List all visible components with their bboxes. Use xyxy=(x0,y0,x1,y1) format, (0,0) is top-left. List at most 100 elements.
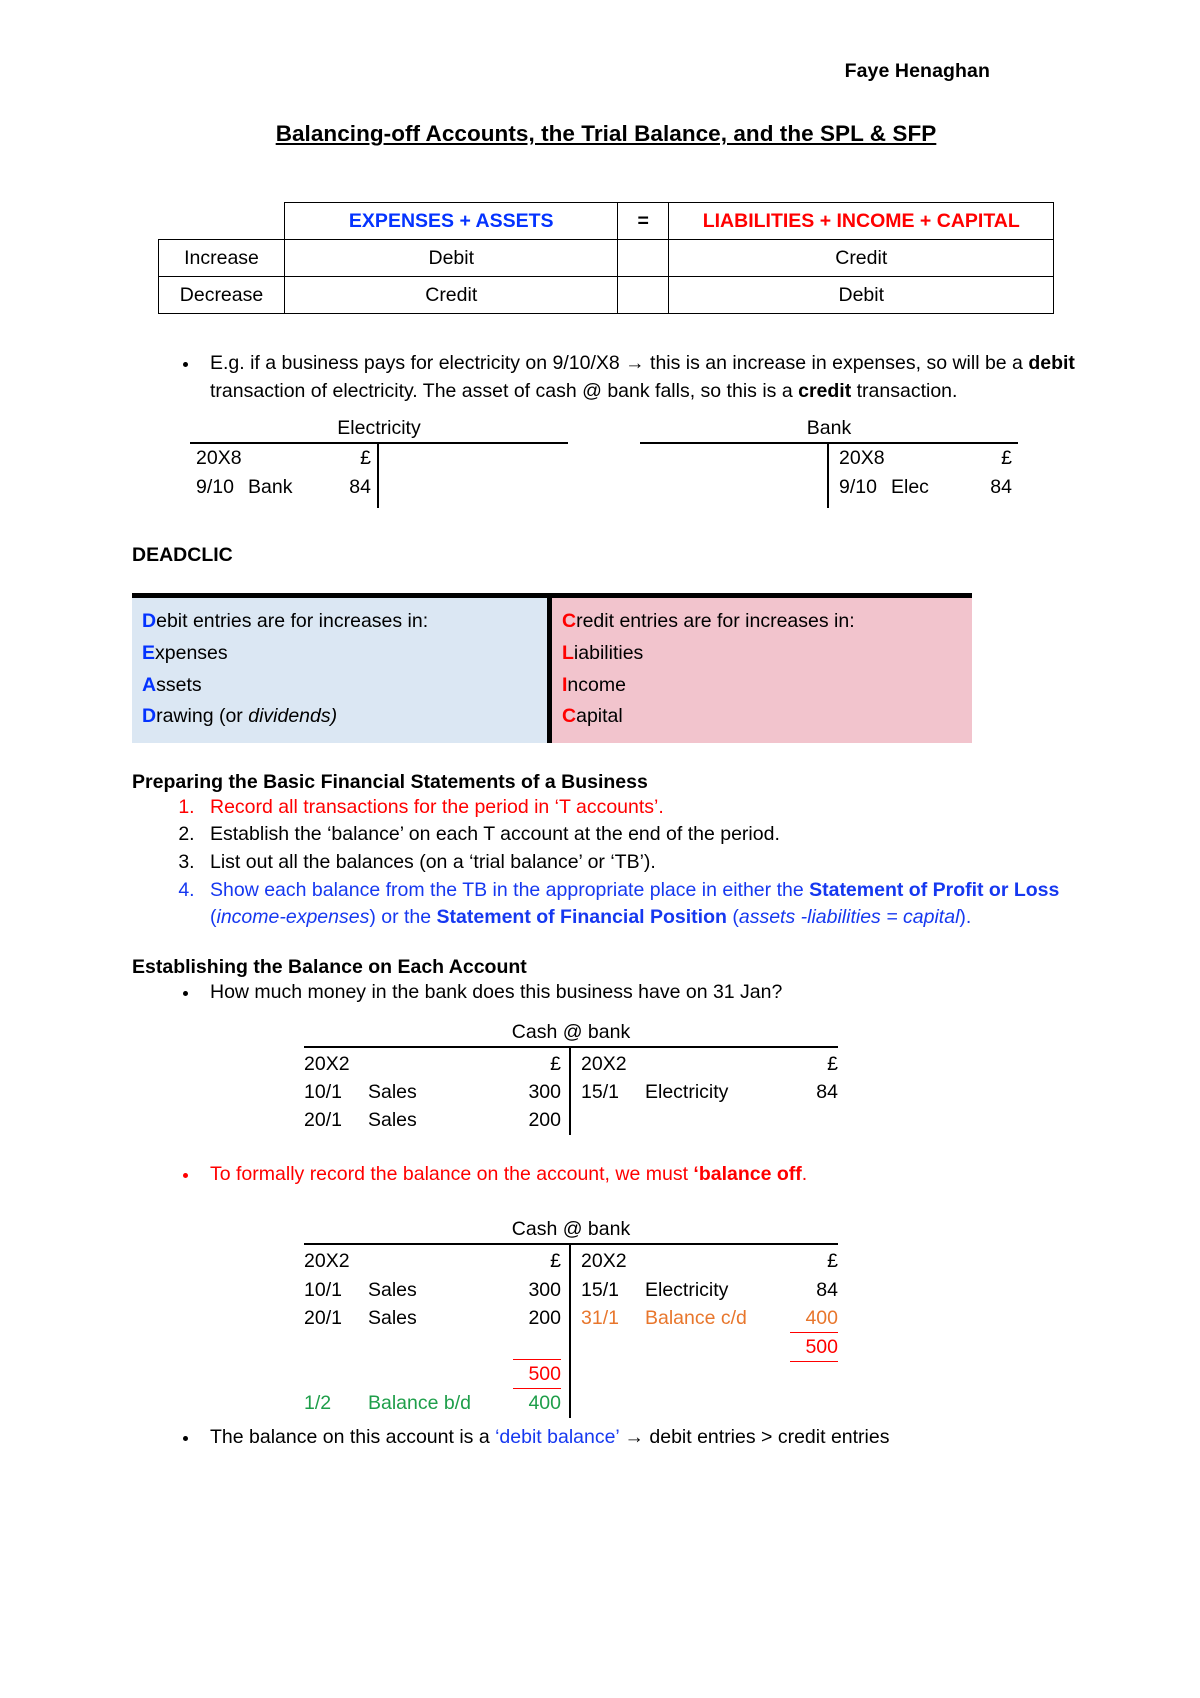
step4-part1: Show each balance from the TB in the app… xyxy=(210,878,810,901)
entry-date xyxy=(304,1359,362,1389)
entry-date: 31/1 xyxy=(581,1306,619,1329)
entry-amount: 84 xyxy=(816,1081,838,1104)
t-account-row: 9/10 Bank 84 xyxy=(190,473,377,501)
entry-description xyxy=(891,444,968,472)
entry-description: Sales xyxy=(368,1081,417,1104)
list-item-balance-off: To formally record the balance on the ac… xyxy=(200,1161,1080,1189)
entry-description xyxy=(639,1332,790,1362)
list-item-step-1: Record all transactions for the period i… xyxy=(200,794,1080,822)
entry-amount xyxy=(513,1332,561,1359)
simple-t-accounts-pair: Electricity 20X8 £ 9/10 Bank 84 Bank 20X… xyxy=(190,417,1080,509)
t-account-row: 20X8 £ xyxy=(190,444,377,472)
entry-amount: 84 xyxy=(349,475,371,498)
final-blue-debit-balance: ‘debit balance’ xyxy=(495,1425,620,1448)
final-part2: → debit entries > credit entries xyxy=(619,1425,890,1448)
entry-description xyxy=(639,1106,790,1133)
entry-amount: 200 xyxy=(528,1306,561,1329)
entry-description: Electricity xyxy=(645,1278,729,1301)
entry-description: Balance c/d xyxy=(645,1306,747,1329)
cash-row-balance-cd: 31/1 Balance c/d 400 xyxy=(581,1304,838,1332)
entry-amount xyxy=(790,1106,838,1133)
deadclic-credit-column: Credit entries are for increases in: Lia… xyxy=(552,598,972,743)
entry-date: 20X2 xyxy=(304,1250,350,1273)
t-account-body: 20X8 £ 9/10 Elec 84 xyxy=(640,442,1018,509)
cash-row: 20X2 £ xyxy=(304,1247,561,1275)
deadclic-initial: E xyxy=(142,641,156,664)
final-part1: The balance on this account is a xyxy=(210,1425,496,1448)
deadclic-text: redit entries are for increases in: xyxy=(576,610,855,633)
deadclic-initial: D xyxy=(142,610,157,633)
entry-date: 20X8 xyxy=(196,447,242,470)
page-title: Balancing-off Accounts, the Trial Balanc… xyxy=(275,121,937,146)
increase-left-value: Debit xyxy=(284,239,619,277)
cash-credit-side: 20X2 £ 15/1 Electricity 84 31/1 Balance … xyxy=(571,1245,838,1417)
entry-date xyxy=(581,1106,639,1133)
cash-row: 10/1 Sales 300 xyxy=(304,1078,561,1106)
step4-part5: ). xyxy=(959,906,972,929)
entry-date: 9/10 xyxy=(196,475,234,498)
list-item-question: How much money in the bank does this bus… xyxy=(200,979,1080,1007)
t-account-electricity: Electricity 20X8 £ 9/10 Bank 84 xyxy=(190,417,568,509)
cash-account-title: Cash @ bank xyxy=(511,1218,631,1241)
increase-middle-cell xyxy=(617,239,670,277)
t-account-bank: Bank 20X8 £ 9/10 Elec 84 xyxy=(640,417,1018,509)
example-bullet-list: E.g. if a business pays for electricity … xyxy=(132,350,1080,405)
entry-date xyxy=(304,1332,362,1359)
balance-off-part2: . xyxy=(801,1162,808,1185)
entry-date: 9/10 xyxy=(839,475,877,498)
list-item-step-3: List out all the balances (on a ‘trial b… xyxy=(200,849,1080,877)
entry-date: 20/1 xyxy=(304,1306,342,1329)
deadclic-initial: C xyxy=(562,610,577,633)
author-name: Faye Henaghan xyxy=(844,60,990,82)
cash-row: 20/1 Sales 200 xyxy=(304,1106,561,1134)
deadclic-line: Liabilities xyxy=(562,638,962,670)
establishing-bullet-list: How much money in the bank does this bus… xyxy=(132,979,1080,1007)
deadclic-text: apital xyxy=(576,705,623,728)
entry-amount: 84 xyxy=(816,1278,838,1301)
entry-description: Sales xyxy=(368,1109,417,1132)
balance-off-bold: ‘balance off xyxy=(693,1162,802,1185)
list-item-step-2: Establish the ‘balance’ on each T accoun… xyxy=(200,821,1080,849)
cash-row: 20X2 £ xyxy=(581,1247,838,1275)
deadclic-line: Income xyxy=(562,670,962,702)
row-label-decrease: Decrease xyxy=(157,276,286,314)
cash-debit-side: 20X2 £ 10/1 Sales 300 20/1 Sales 200 xyxy=(304,1245,571,1418)
entry-amount: £ xyxy=(550,1052,561,1075)
entry-description xyxy=(639,1247,790,1275)
t-account-credit-side: 20X8 £ 9/10 Elec 84 xyxy=(829,444,1018,508)
cash-account-body: 20X2 £ 10/1 Sales 300 20/1 Sales 200 20X… xyxy=(304,1045,838,1135)
cash-row: 20X2 £ xyxy=(304,1050,561,1078)
deadclic-line: Drawing (or dividends) xyxy=(142,701,537,733)
entry-date: 15/1 xyxy=(581,1278,619,1301)
cash-row: 15/1 Electricity 84 xyxy=(581,1276,838,1304)
entry-description: Elec xyxy=(891,475,929,498)
entry-description xyxy=(639,1050,790,1078)
header-blank-cell xyxy=(158,203,285,240)
cash-row-total: 500 xyxy=(304,1359,561,1390)
table-header-row: EXPENSES + ASSETS = LIABILITIES + INCOME… xyxy=(158,202,1055,240)
entry-amount: 84 xyxy=(990,475,1012,498)
entry-description: Bank xyxy=(248,475,293,498)
entry-date: 10/1 xyxy=(304,1278,342,1301)
deadclic-initial: C xyxy=(562,705,577,728)
final-bullet-list: The balance on this account is a ‘debit … xyxy=(132,1424,1080,1452)
balance-off-part1: To formally record the balance on the ac… xyxy=(210,1162,694,1185)
example-bold-credit: credit xyxy=(798,379,852,402)
accounting-equation-table: EXPENSES + ASSETS = LIABILITIES + INCOME… xyxy=(157,202,1055,314)
deadclic-text: ebit entries are for increases in: xyxy=(156,610,429,633)
entry-date: 20X2 xyxy=(581,1052,627,1075)
entry-date: 10/1 xyxy=(304,1081,342,1104)
cash-row: 10/1 Sales 300 xyxy=(304,1276,561,1304)
cash-row-empty xyxy=(304,1332,561,1359)
deadclic-line: Debit entries are for increases in: xyxy=(142,606,537,638)
header-expenses-assets: EXPENSES + ASSETS xyxy=(284,202,619,240)
entry-date: 20X2 xyxy=(304,1052,350,1075)
deadclic-line: Capital xyxy=(562,701,962,733)
deadclic-heading: DEADCLIC xyxy=(132,544,233,567)
entry-description xyxy=(362,1332,513,1359)
table-row: Increase Debit Credit xyxy=(157,239,1055,277)
list-item-example: E.g. if a business pays for electricity … xyxy=(200,350,1080,405)
cash-credit-side: 20X2 £ 15/1 Electricity 84 xyxy=(571,1048,838,1135)
step4-part3: ) or the xyxy=(369,906,437,929)
deadclic-line: Expenses xyxy=(142,638,537,670)
